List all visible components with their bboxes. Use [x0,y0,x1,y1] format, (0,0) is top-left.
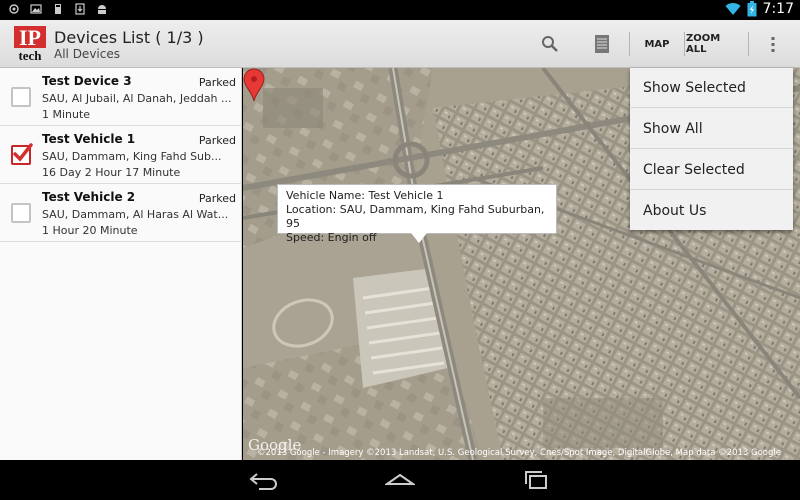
overflow-menu: Show Selected Show All Clear Selected Ab… [630,68,793,230]
menu-item-show-all[interactable]: Show All [630,109,793,149]
device-duration: 1 Hour 20 Minute [42,224,138,237]
zoom-all-button[interactable]: ZOOM ALL [686,20,744,68]
action-divider [748,32,749,56]
device-duration: 1 Minute [42,108,91,121]
callout-vehicle-name: Vehicle Name: Test Vehicle 1 [286,189,444,202]
back-icon[interactable] [249,470,279,490]
status-icons-left [8,3,108,15]
action-divider [684,32,685,56]
clock: 7:17 [762,1,794,17]
check-icon [13,143,33,162]
map-attribution: ©2013 Google - Imagery ©2013 Landsat, U.… [257,448,781,458]
menu-item-show-selected[interactable]: Show Selected [630,68,793,108]
list-icon[interactable] [592,34,612,54]
logo-text-top: IP [19,26,41,50]
wifi-icon [725,3,741,16]
gps-icon [9,4,19,14]
app-logo[interactable]: IP tech [14,26,46,62]
action-bar: IP tech Devices List ( 1/3 ) All Devices… [0,20,800,68]
device-status: Parked [198,192,236,205]
overflow-icon[interactable] [763,34,783,54]
status-bar: 7:17 [0,0,800,20]
device-duration: 16 Day 2 Hour 17 Minute [42,166,181,179]
home-icon[interactable] [385,470,415,490]
device-list: Test Device 3 Parked SAU, Al Jubail, Al … [0,68,242,460]
action-divider [629,32,630,56]
callout-tail [411,233,427,243]
menu-item-about-us[interactable]: About Us [630,191,793,231]
page-title: Devices List ( 1/3 ) [54,28,204,47]
android-icon [98,5,106,14]
map-marker-icon[interactable] [243,68,265,102]
status-icons-right: 7:17 [725,1,794,17]
device-location: SAU, Al Jubail, Al Danah, Jeddah ... [42,92,232,105]
device-status: Parked [198,76,236,89]
device-name: Test Vehicle 1 [42,132,136,146]
image-icon [30,4,42,14]
device-checkbox[interactable] [11,87,31,107]
device-checkbox[interactable] [11,143,33,165]
device-location: SAU, Dammam, Al Haras Al Wat... [42,208,229,221]
device-row[interactable]: Test Vehicle 2 Parked SAU, Dammam, Al Ha… [0,184,242,242]
vehicle-info-callout[interactable]: Vehicle Name: Test Vehicle 1 Location: S… [277,184,557,244]
device-name: Test Vehicle 2 [42,190,136,204]
menu-item-clear-selected[interactable]: Clear Selected [630,150,793,190]
recent-apps-icon[interactable] [521,470,551,490]
device-name: Test Device 3 [42,74,132,88]
page-subtitle: All Devices [54,47,120,61]
device-row[interactable]: Test Device 3 Parked SAU, Al Jubail, Al … [0,68,242,126]
callout-location: Location: SAU, Dammam, King Fahd Suburba… [286,203,545,230]
device-row[interactable]: Test Vehicle 1 Parked SAU, Dammam, King … [0,126,242,184]
battery-icon [747,1,757,17]
map-button[interactable]: MAP [632,20,682,68]
search-icon[interactable] [540,34,560,54]
device-location: SAU, Dammam, King Fahd Sub... [42,150,222,163]
device-checkbox[interactable] [11,203,31,223]
sd-card-icon [55,4,61,14]
download-icon [75,3,85,15]
logo-text-bottom: tech [18,48,42,62]
device-status: Parked [198,134,236,147]
navigation-bar [0,460,800,500]
